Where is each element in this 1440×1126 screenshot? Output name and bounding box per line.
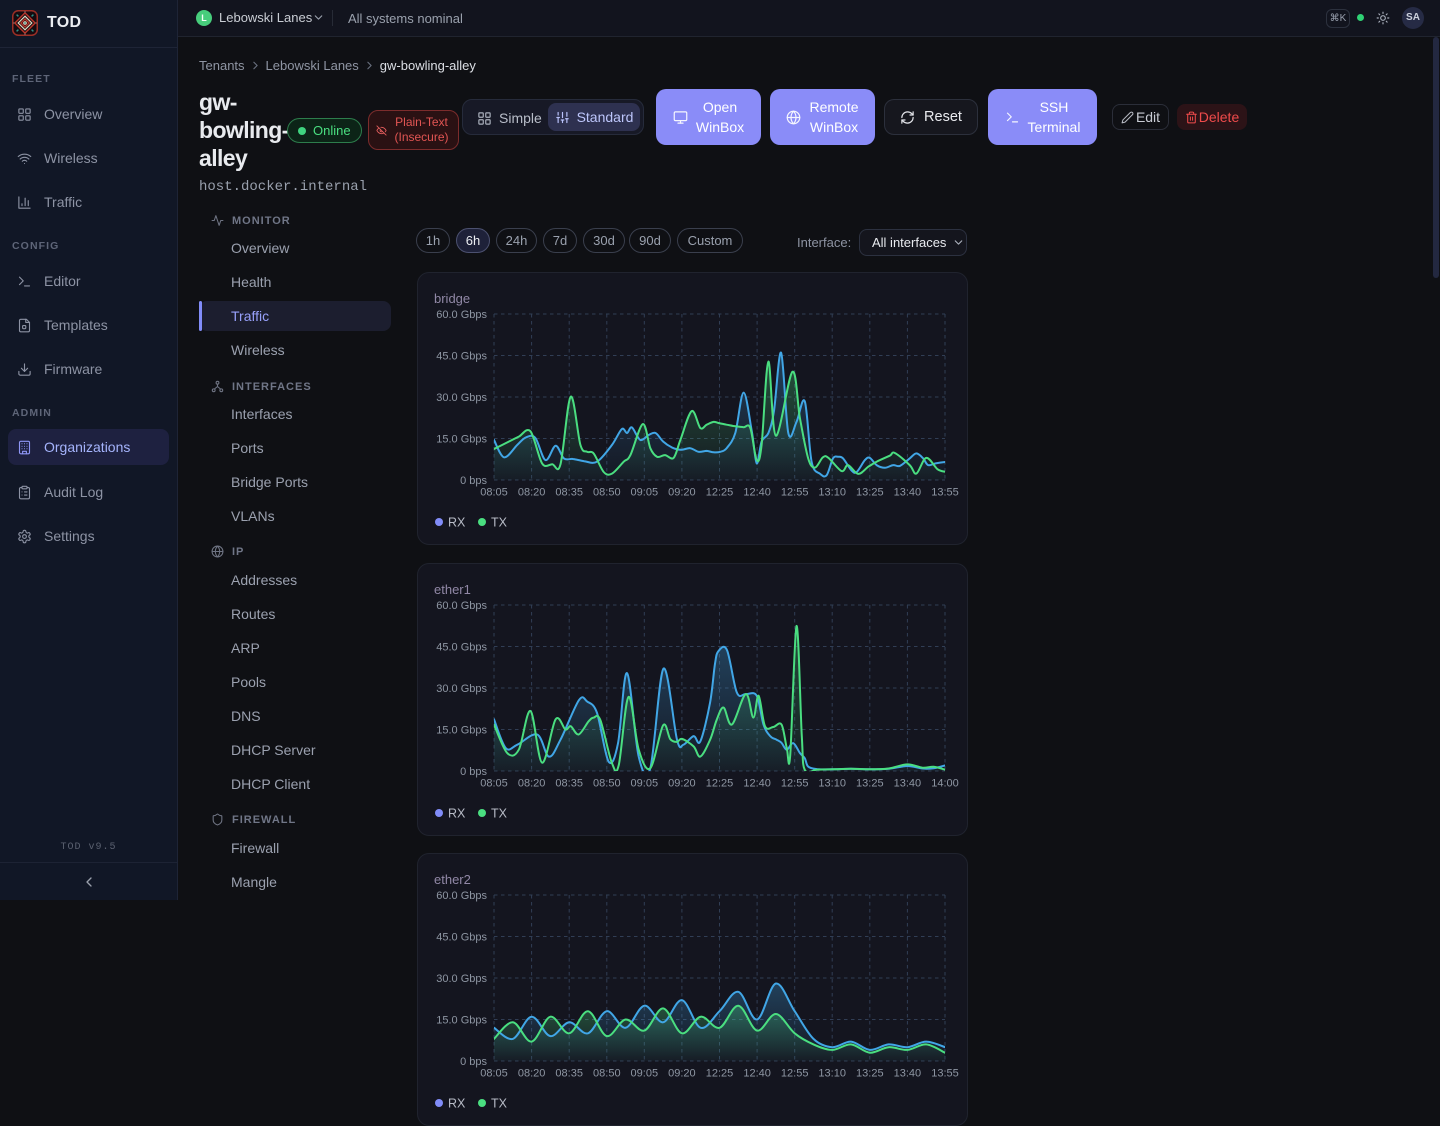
- svg-text:30.0 Gbps: 30.0 Gbps: [436, 973, 487, 985]
- svg-text:0 bps: 0 bps: [460, 475, 487, 487]
- svg-text:0 bps: 0 bps: [460, 1056, 487, 1068]
- svg-text:09:05: 09:05: [631, 487, 659, 499]
- svg-text:45.0 Gbps: 45.0 Gbps: [436, 351, 487, 363]
- svg-text:12:40: 12:40: [743, 487, 771, 499]
- svg-text:13:10: 13:10: [818, 778, 846, 790]
- svg-text:08:20: 08:20: [518, 778, 546, 790]
- svg-text:15.0 Gbps: 15.0 Gbps: [436, 1015, 487, 1027]
- svg-text:TX: TX: [491, 1097, 508, 1111]
- svg-text:09:05: 09:05: [631, 778, 659, 790]
- svg-text:30.0 Gbps: 30.0 Gbps: [436, 683, 487, 695]
- svg-text:60.0 Gbps: 60.0 Gbps: [436, 600, 487, 612]
- svg-text:14:00: 14:00: [931, 778, 959, 790]
- svg-text:13:55: 13:55: [931, 487, 959, 499]
- svg-text:15.0 Gbps: 15.0 Gbps: [436, 725, 487, 737]
- svg-text:13:25: 13:25: [856, 778, 884, 790]
- svg-text:08:05: 08:05: [480, 487, 508, 499]
- svg-text:12:40: 12:40: [743, 778, 771, 790]
- svg-text:12:55: 12:55: [781, 778, 809, 790]
- svg-text:08:35: 08:35: [555, 487, 583, 499]
- svg-text:12:55: 12:55: [781, 1068, 809, 1080]
- svg-text:13:40: 13:40: [894, 1068, 922, 1080]
- svg-text:45.0 Gbps: 45.0 Gbps: [436, 642, 487, 654]
- svg-text:30.0 Gbps: 30.0 Gbps: [436, 392, 487, 404]
- svg-text:RX: RX: [448, 516, 466, 530]
- svg-text:13:40: 13:40: [894, 778, 922, 790]
- svg-text:08:50: 08:50: [593, 778, 621, 790]
- svg-text:TX: TX: [491, 516, 508, 530]
- svg-text:12:25: 12:25: [706, 1068, 734, 1080]
- svg-text:12:55: 12:55: [781, 487, 809, 499]
- svg-text:13:10: 13:10: [818, 1068, 846, 1080]
- svg-text:08:20: 08:20: [518, 487, 546, 499]
- svg-text:08:20: 08:20: [518, 1068, 546, 1080]
- svg-text:08:35: 08:35: [555, 1068, 583, 1080]
- svg-text:13:10: 13:10: [818, 487, 846, 499]
- svg-text:13:40: 13:40: [894, 487, 922, 499]
- svg-text:60.0 Gbps: 60.0 Gbps: [436, 890, 487, 902]
- svg-text:13:25: 13:25: [856, 1068, 884, 1080]
- svg-text:08:05: 08:05: [480, 1068, 508, 1080]
- svg-text:08:05: 08:05: [480, 778, 508, 790]
- svg-text:13:55: 13:55: [931, 1068, 959, 1080]
- svg-text:RX: RX: [448, 807, 466, 821]
- svg-text:ether2: ether2: [434, 872, 471, 887]
- svg-text:08:50: 08:50: [593, 1068, 621, 1080]
- svg-text:12:25: 12:25: [706, 778, 734, 790]
- svg-text:09:05: 09:05: [631, 1068, 659, 1080]
- svg-text:15.0 Gbps: 15.0 Gbps: [436, 434, 487, 446]
- svg-text:08:50: 08:50: [593, 487, 621, 499]
- svg-text:TX: TX: [491, 807, 508, 821]
- svg-text:bridge: bridge: [434, 291, 470, 306]
- svg-text:09:20: 09:20: [668, 1068, 696, 1080]
- svg-text:09:20: 09:20: [668, 778, 696, 790]
- svg-text:ether1: ether1: [434, 582, 471, 597]
- svg-text:13:25: 13:25: [856, 487, 884, 499]
- svg-text:60.0 Gbps: 60.0 Gbps: [436, 309, 487, 321]
- svg-text:12:40: 12:40: [743, 1068, 771, 1080]
- svg-text:0 bps: 0 bps: [460, 766, 487, 778]
- svg-text:12:25: 12:25: [706, 487, 734, 499]
- svg-text:08:35: 08:35: [555, 778, 583, 790]
- svg-text:45.0 Gbps: 45.0 Gbps: [436, 932, 487, 944]
- svg-text:RX: RX: [448, 1097, 466, 1111]
- svg-text:09:20: 09:20: [668, 487, 696, 499]
